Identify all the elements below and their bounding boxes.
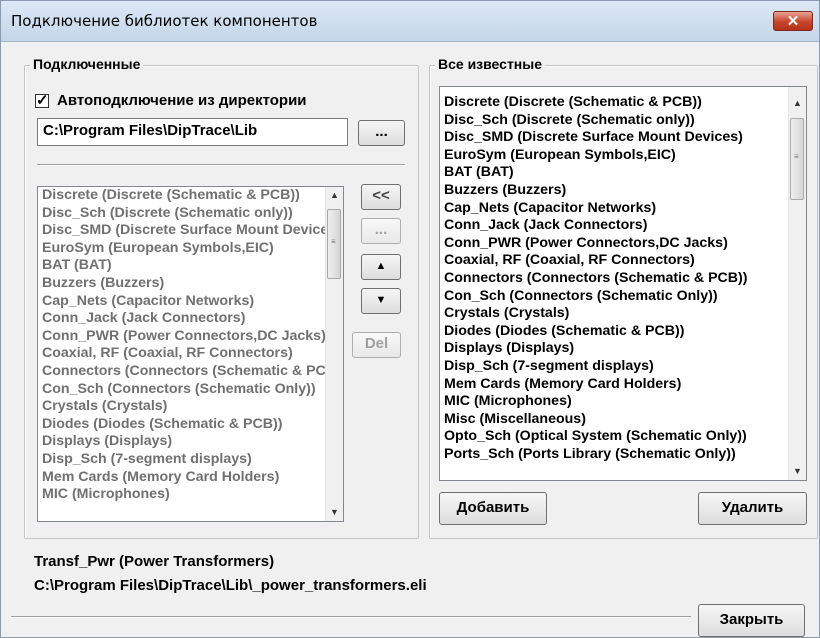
- list-item[interactable]: MIC (Microphones): [442, 393, 788, 411]
- list-item[interactable]: Conn_Jack (Jack Connectors): [40, 310, 325, 328]
- remove-library-button[interactable]: Удалить: [698, 492, 807, 525]
- list-item[interactable]: EuroSym (European Symbols,EIC): [40, 240, 325, 258]
- library-dialog: Подключение библиотек компонентов ✕ Подк…: [0, 0, 820, 638]
- autoconnect-checkbox[interactable]: Автоподключение из директории: [35, 91, 307, 109]
- title-bar[interactable]: Подключение библиотек компонентов ✕: [1, 1, 819, 42]
- list-item[interactable]: Misc (Miscellaneous): [442, 411, 788, 429]
- connected-legend: Подключенные: [30, 56, 144, 72]
- browse-button[interactable]: ...: [358, 120, 405, 146]
- list-item[interactable]: Crystals (Crystals): [40, 398, 325, 416]
- add-library-button[interactable]: Добавить: [439, 492, 547, 525]
- list-item[interactable]: Con_Sch (Connectors (Schematic Only)): [40, 381, 325, 399]
- close-window-button[interactable]: ✕: [773, 11, 813, 31]
- list-item[interactable]: Disp_Sch (7-segment displays): [442, 358, 788, 376]
- connected-list-items: Discrete (Discrete (Schematic & PCB)) Dis…: [40, 187, 325, 521]
- scroll-up-icon[interactable]: ▲: [326, 187, 343, 204]
- list-item[interactable]: Cap_Nets (Capacitor Networks): [442, 200, 788, 218]
- list-item[interactable]: Diodes (Diodes (Schematic & PCB)): [442, 323, 788, 341]
- list-item[interactable]: Crystals (Crystals): [442, 305, 788, 323]
- list-item[interactable]: Displays (Displays): [40, 433, 325, 451]
- list-item[interactable]: Conn_PWR (Power Connectors,DC Jacks): [442, 235, 788, 253]
- close-icon: ✕: [786, 13, 800, 30]
- list-item[interactable]: Con_Sch (Connectors (Schematic Only)): [442, 288, 788, 306]
- all-known-scrollbar[interactable]: ▲ ≡ ▼: [788, 87, 806, 480]
- checkbox-checked-icon[interactable]: [35, 91, 49, 109]
- list-item[interactable]: Coaxial, RF (Coaxial, RF Connectors): [442, 252, 788, 270]
- connected-scrollbar[interactable]: ▲ ≡ ▼: [325, 187, 343, 521]
- list-item[interactable]: Disc_Sch (Discrete (Schematic only)): [442, 112, 788, 130]
- list-item[interactable]: Diodes (Diodes (Schematic & PCB)): [40, 416, 325, 434]
- move-down-button[interactable]: ▼: [361, 288, 401, 314]
- list-item[interactable]: Cap_Nets (Capacitor Networks): [40, 293, 325, 311]
- selected-library-name: Transf_Pwr (Power Transformers): [34, 553, 275, 570]
- all-known-list-items: Discrete (Discrete (Schematic & PCB)) Dis…: [442, 94, 788, 480]
- list-item[interactable]: Opto_Sch (Optical System (Schematic Only…: [442, 428, 788, 446]
- list-item[interactable]: BAT (BAT): [40, 257, 325, 275]
- list-item[interactable]: Disp_Sch (7-segment displays): [40, 451, 325, 469]
- directory-input[interactable]: C:\Program Files\DipTrace\Lib: [37, 118, 348, 146]
- list-item[interactable]: Ports_Sch (Ports Library (Schematic Only…: [442, 446, 788, 464]
- list-item[interactable]: Mem Cards (Memory Card Holders): [442, 376, 788, 394]
- scroll-up-icon[interactable]: ▲: [789, 95, 806, 112]
- list-item[interactable]: MIC (Microphones): [40, 486, 325, 504]
- list-item[interactable]: Buzzers (Buzzers): [40, 275, 325, 293]
- scroll-down-icon[interactable]: ▼: [326, 504, 343, 521]
- list-item[interactable]: Buzzers (Buzzers): [442, 182, 788, 200]
- list-item[interactable]: EuroSym (European Symbols,EIC): [442, 147, 788, 165]
- add-to-connected-button[interactable]: <<: [361, 184, 401, 210]
- delete-button[interactable]: Del: [352, 332, 401, 358]
- grip-icon: ≡: [794, 152, 799, 161]
- footer-separator: [11, 616, 691, 618]
- scroll-down-icon[interactable]: ▼: [789, 463, 806, 480]
- list-item[interactable]: Connectors (Connectors (Schematic & PCB)…: [40, 363, 325, 381]
- move-up-button[interactable]: ▲: [361, 254, 401, 280]
- list-item[interactable]: Connectors (Connectors (Schematic & PCB)…: [442, 270, 788, 288]
- list-item[interactable]: Disc_Sch (Discrete (Schematic only)): [40, 205, 325, 223]
- all-known-list[interactable]: Discrete (Discrete (Schematic & PCB)) Dis…: [439, 86, 807, 481]
- selected-library-path: C:\Program Files\DipTrace\Lib\_power_tra…: [34, 577, 427, 594]
- grip-icon: ≡: [331, 237, 336, 246]
- connected-separator: [37, 164, 405, 166]
- all-known-legend: Все известные: [435, 56, 546, 72]
- up-arrow-icon: ▲: [375, 260, 387, 272]
- list-item[interactable]: Conn_Jack (Jack Connectors): [442, 217, 788, 235]
- list-item[interactable]: Disc_SMD (Discrete Surface Mount Devices…: [442, 129, 788, 147]
- all-known-group: Все известные Discrete (Discrete (Schema…: [429, 56, 818, 539]
- list-item[interactable]: Coaxial, RF (Coaxial, RF Connectors): [40, 345, 325, 363]
- list-item[interactable]: Discrete (Discrete (Schematic & PCB)): [40, 187, 325, 205]
- list-item[interactable]: Disc_SMD (Discrete Surface Mount Devices…: [40, 222, 325, 240]
- scroll-thumb[interactable]: ≡: [327, 209, 341, 279]
- connected-group: Подключенные Автоподключение из директор…: [24, 56, 419, 539]
- close-button[interactable]: Закрыть: [698, 604, 805, 637]
- scroll-thumb[interactable]: ≡: [790, 118, 804, 200]
- connected-list[interactable]: Discrete (Discrete (Schematic & PCB)) Dis…: [37, 186, 344, 522]
- list-item[interactable]: Discrete (Discrete (Schematic & PCB)): [442, 94, 788, 112]
- list-item[interactable]: Displays (Displays): [442, 340, 788, 358]
- window-title: Подключение библиотек компонентов: [11, 12, 318, 30]
- down-arrow-icon: ▼: [375, 294, 387, 306]
- autoconnect-label: Автоподключение из директории: [57, 92, 307, 109]
- dots-button[interactable]: ...: [361, 218, 401, 244]
- list-item[interactable]: BAT (BAT): [442, 164, 788, 182]
- list-item[interactable]: Conn_PWR (Power Connectors,DC Jacks): [40, 328, 325, 346]
- list-item[interactable]: Mem Cards (Memory Card Holders): [40, 469, 325, 487]
